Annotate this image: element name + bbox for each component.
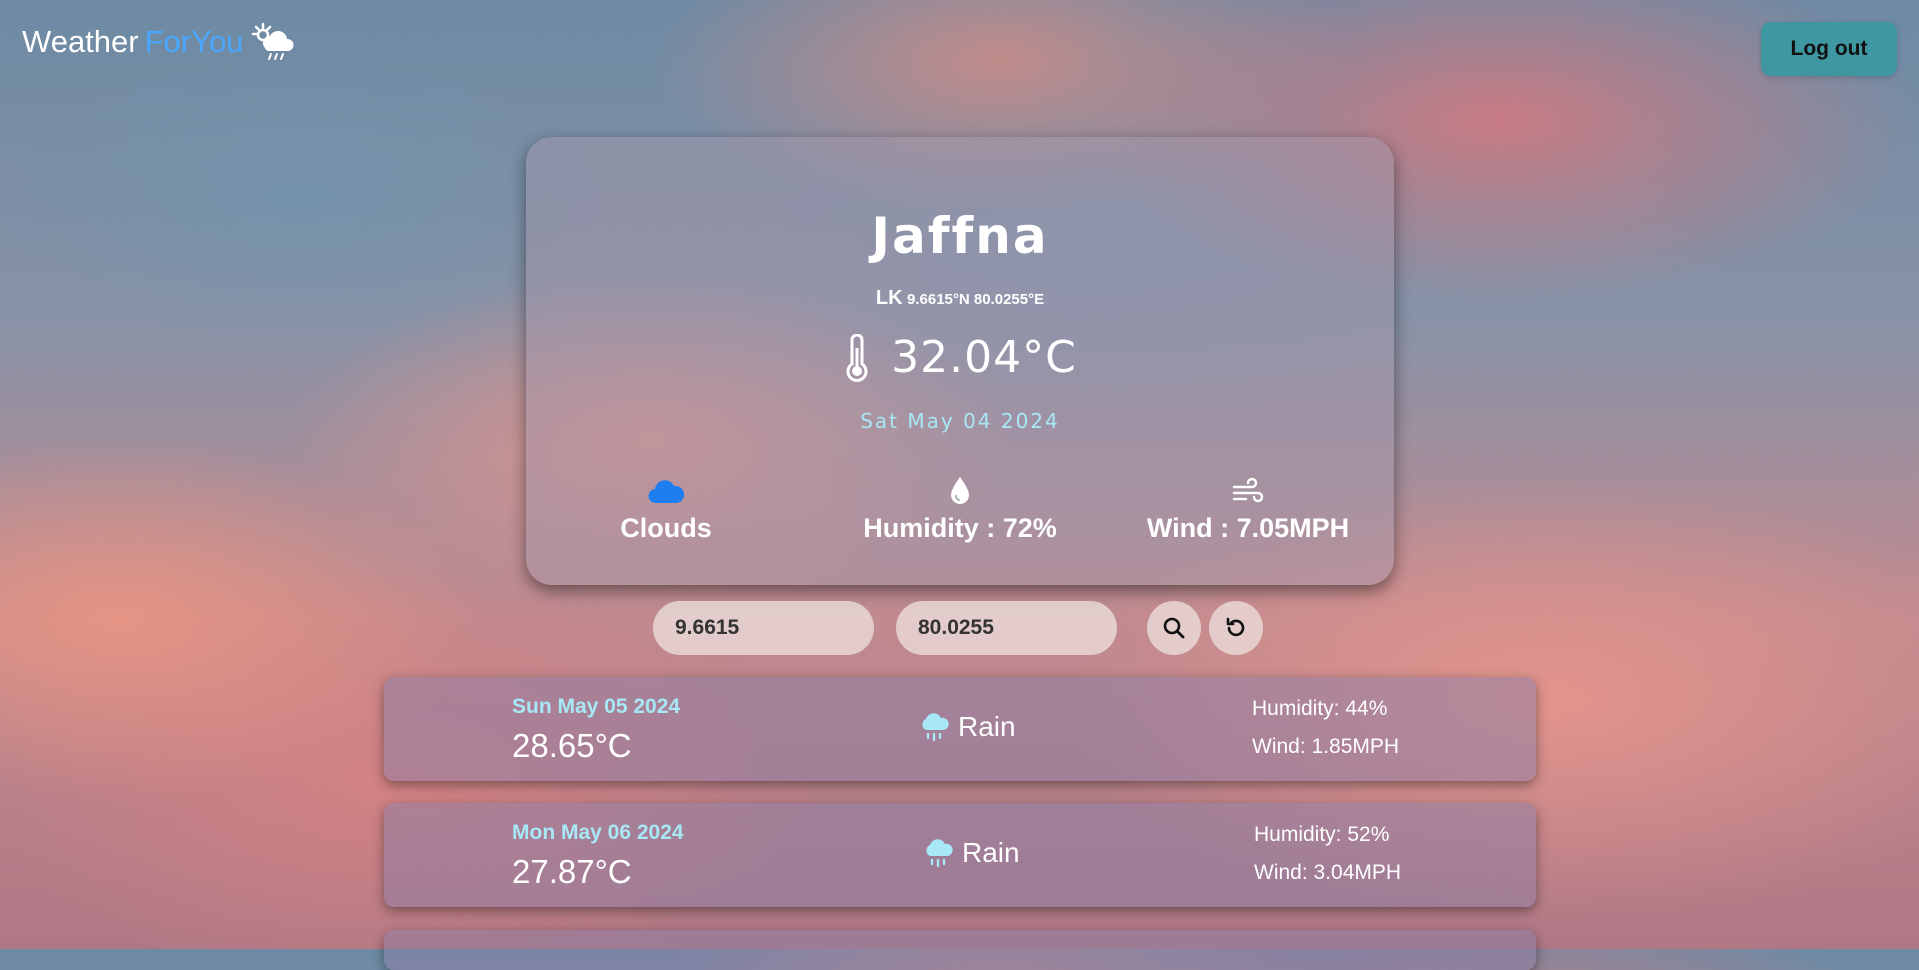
forecast-date: Sun May 05 2024 <box>512 695 681 718</box>
cloud-icon <box>648 480 684 504</box>
humidity-label: Humidity : 72% <box>863 513 1057 543</box>
thermometer-icon <box>846 333 868 382</box>
reset-icon <box>1226 617 1245 637</box>
longitude-input[interactable] <box>896 601 1117 655</box>
forecast-condition: Rain <box>924 837 1020 869</box>
forecast-wind: Wind: 3.04MPH <box>1254 861 1402 884</box>
forecast-temperature: 27.87°C <box>512 853 632 890</box>
city-name: Jaffna <box>871 207 1049 265</box>
wind-icon <box>1232 477 1264 503</box>
forecast-card-partial <box>384 930 1536 970</box>
location-coordinates: LK 9.6615°N 80.0255°E <box>526 287 1394 310</box>
condition-stat: Clouds <box>526 473 806 544</box>
country-code: LK <box>875 287 903 309</box>
latitude-input[interactable] <box>653 601 874 655</box>
current-temperature: 32.04°C <box>526 332 1394 383</box>
brand-name-foryou: ForYou <box>144 24 244 59</box>
current-weather-card: Jaffna LK 9.6615°N 80.0255°E 32.04°C Sat… <box>526 137 1394 585</box>
forecast-condition-label: Rain <box>962 837 1020 868</box>
forecast-condition: Rain <box>920 711 1016 743</box>
forecast-humidity: Humidity: 44% <box>1252 697 1388 720</box>
weather-sun-cloud-rain-icon <box>252 22 294 60</box>
reset-button[interactable] <box>1209 601 1263 655</box>
search-icon <box>1163 617 1185 639</box>
logout-button[interactable]: Log out <box>1761 22 1897 76</box>
wind-stat: Wind : 7.05MPH <box>1108 473 1388 544</box>
wind-label: Wind : 7.05MPH <box>1146 513 1350 543</box>
lat-lon-text: 9.6615°N 80.0255°E <box>907 291 1045 308</box>
search-button[interactable] <box>1147 601 1201 655</box>
forecast-date: Mon May 06 2024 <box>512 821 684 844</box>
temperature-value: 32.04°C <box>891 332 1077 383</box>
forecast-condition-label: Rain <box>958 711 1016 742</box>
forecast-humidity: Humidity: 52% <box>1254 823 1390 846</box>
coordinate-search-bar <box>653 601 1263 655</box>
app-logo: Weather ForYou <box>22 22 295 62</box>
forecast-card: Mon May 06 2024 27.87°C Rain Humidity: 5… <box>384 803 1536 907</box>
rain-cloud-icon <box>926 839 953 868</box>
droplet-icon <box>951 477 969 504</box>
forecast-temperature: 28.65°C <box>512 727 632 764</box>
forecast-wind: Wind: 1.85MPH <box>1252 735 1400 758</box>
current-date: Sat May 04 2024 <box>860 409 1060 433</box>
condition-label: Clouds <box>620 513 712 543</box>
forecast-card: Sun May 05 2024 28.65°C Rain Humidity: 4… <box>384 677 1536 781</box>
brand-name-weather: Weather <box>22 24 139 59</box>
rain-cloud-icon <box>922 713 949 742</box>
humidity-stat: Humidity : 72% <box>820 473 1100 544</box>
